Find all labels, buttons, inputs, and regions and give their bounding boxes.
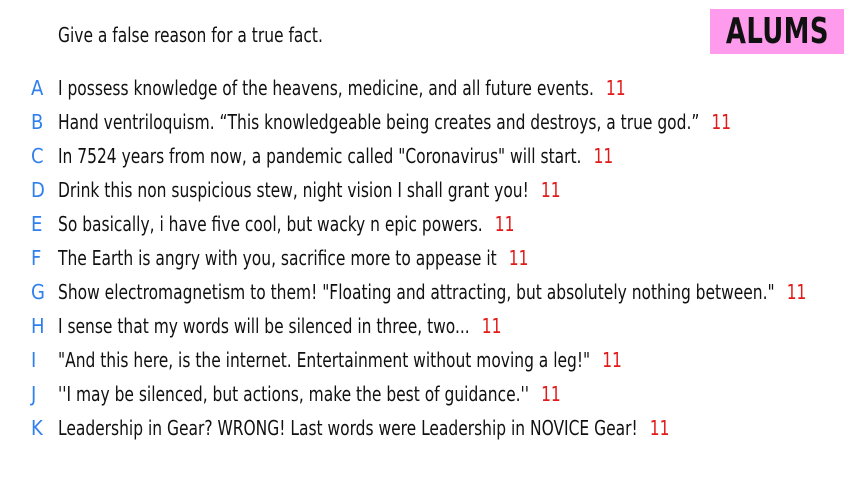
answer-text: Hand ventriloquism. “This knowledgeable …: [58, 110, 700, 134]
answer-score: 11: [593, 144, 614, 168]
answer-content: Drink this non suspicious stew, night vi…: [58, 176, 561, 204]
answer-row: I "And this here, is the internet. Enter…: [0, 346, 853, 374]
answer-content: Hand ventriloquism. “This knowledgeable …: [58, 108, 731, 136]
answer-row: F The Earth is angry with you, sacrifice…: [0, 244, 853, 272]
answer-row: K Leadership in Gear? WRONG! Last words …: [0, 414, 853, 442]
answer-text: Leadership in Gear? WRONG! Last words we…: [58, 416, 638, 440]
answer-score: 11: [649, 416, 670, 440]
answer-letter: D: [31, 178, 45, 202]
answer-row: A I possess knowledge of the heavens, me…: [0, 74, 853, 102]
answer-letter: A: [31, 76, 44, 100]
answer-letter: C: [31, 144, 44, 168]
answer-row: C In 7524 years from now, a pandemic cal…: [0, 142, 853, 170]
answer-content: I sense that my words will be silenced i…: [58, 312, 501, 340]
answer-text: "And this here, is the internet. Enterta…: [58, 348, 591, 372]
answer-letter: F: [31, 246, 42, 270]
answer-row: B Hand ventriloquism. “This knowledgeabl…: [0, 108, 853, 136]
answer-score: 11: [541, 382, 561, 406]
answer-text: I possess knowledge of the heavens, medi…: [58, 76, 594, 100]
answer-letter: J: [31, 382, 37, 406]
answer-row: H I sense that my words will be silenced…: [0, 312, 853, 340]
answer-text: Drink this non suspicious stew, night vi…: [58, 178, 529, 202]
team-badge: ALUMS: [710, 9, 844, 54]
answer-letter: G: [31, 280, 45, 304]
answer-text: Show electromagnetism to them! "Floating…: [58, 280, 775, 304]
answer-score: 11: [602, 348, 622, 372]
answer-text: I sense that my words will be silenced i…: [58, 314, 470, 338]
answer-content: The Earth is angry with you, sacrifice m…: [58, 244, 528, 272]
answer-row: G Show electromagnetism to them! "Floati…: [0, 278, 853, 306]
answer-score: 11: [605, 76, 626, 100]
answer-text: In 7524 years from now, a pandemic calle…: [58, 144, 582, 168]
answer-text: The Earth is angry with you, sacrifice m…: [58, 246, 497, 270]
answer-score: 11: [540, 178, 561, 202]
answer-content: In 7524 years from now, a pandemic calle…: [58, 142, 613, 170]
answer-score: 11: [711, 110, 732, 134]
answer-content: "And this here, is the internet. Enterta…: [58, 346, 622, 374]
answer-content: So basically, i have five cool, but wack…: [58, 210, 514, 238]
answer-letter: H: [31, 314, 45, 338]
answer-letter: B: [31, 110, 44, 134]
answer-row: D Drink this non suspicious stew, night …: [0, 176, 853, 204]
answer-score: 11: [494, 212, 515, 236]
prompt-text: Give a false reason for a true fact.: [58, 23, 323, 47]
answer-content: ''I may be silenced, but actions, make t…: [58, 380, 561, 408]
answer-content: I possess knowledge of the heavens, medi…: [58, 74, 626, 102]
answer-text: ''I may be silenced, but actions, make t…: [58, 382, 530, 406]
answer-score: 11: [508, 246, 529, 270]
answer-text: So basically, i have five cool, but wack…: [58, 212, 483, 236]
answer-letter: E: [31, 212, 43, 236]
answer-row: E So basically, i have five cool, but wa…: [0, 210, 853, 238]
team-name: ALUMS: [725, 11, 829, 52]
answer-letter: I: [31, 348, 37, 372]
answer-content: Show electromagnetism to them! "Floating…: [58, 278, 806, 306]
answer-letter: K: [31, 416, 43, 440]
answer-row: J ''I may be silenced, but actions, make…: [0, 380, 853, 408]
answer-content: Leadership in Gear? WRONG! Last words we…: [58, 414, 669, 442]
answer-score: 11: [786, 280, 807, 304]
answer-score: 11: [481, 314, 502, 338]
